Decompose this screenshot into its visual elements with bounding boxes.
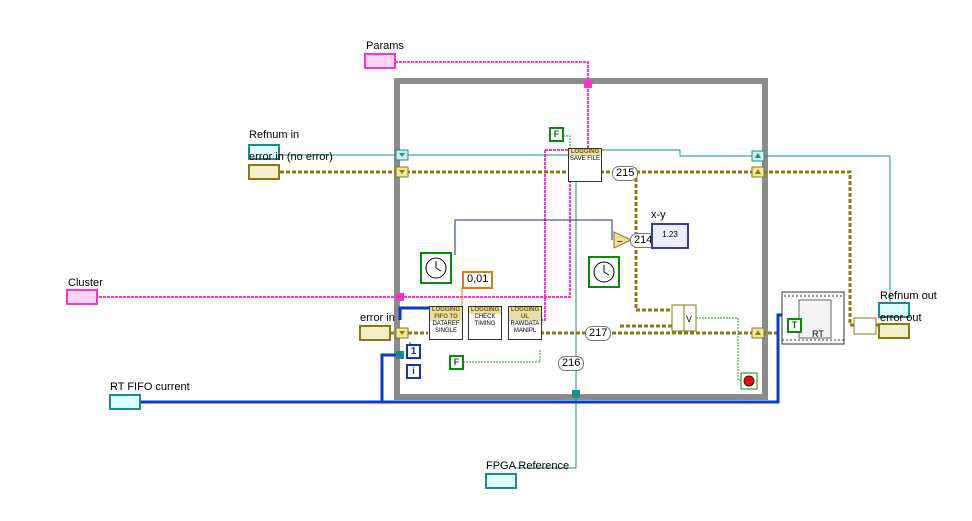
pink-wires bbox=[95, 61, 589, 321]
stop-button[interactable] bbox=[740, 372, 758, 390]
subvi-body: RAWDATA MANIPL bbox=[510, 321, 540, 334]
boolean-true[interactable]: T bbox=[787, 318, 802, 333]
rt-fifo-current-terminal[interactable] bbox=[109, 394, 141, 410]
save-file-subvi[interactable]: LOGGING SAVE FILE bbox=[568, 148, 602, 182]
block-diagram: – V bbox=[66, 53, 910, 489]
error-in-terminal[interactable] bbox=[359, 325, 391, 341]
ul-rawdata-subvi[interactable]: LOGGING UL RAWDATA MANIPL bbox=[508, 306, 542, 340]
svg-text:–: – bbox=[617, 236, 623, 247]
constant-0-01[interactable]: 0,01 bbox=[462, 271, 494, 289]
subvi-header: LOGGING bbox=[469, 307, 501, 314]
shift-register-right-error[interactable] bbox=[751, 166, 765, 178]
rt-block-label: RT bbox=[812, 329, 824, 339]
unbundle-node[interactable] bbox=[853, 317, 877, 335]
build-array-node[interactable]: V bbox=[671, 304, 697, 332]
check-timing-subvi[interactable]: LOGGING CHECK TIMING bbox=[468, 306, 502, 340]
subvi-header: LOGGING UL bbox=[509, 307, 541, 321]
shift-register-right-refnum[interactable] bbox=[751, 150, 765, 162]
boolean-false-bottom[interactable]: F bbox=[449, 355, 464, 370]
teal-tunnel-bottom bbox=[572, 390, 580, 398]
blue-tunnel-left bbox=[396, 351, 404, 359]
error-in-no-error-terminal[interactable] bbox=[248, 164, 280, 180]
constant-217[interactable]: 217 bbox=[585, 326, 612, 341]
xy-label: x-y bbox=[651, 209, 666, 221]
error-in-label: error in bbox=[360, 312, 395, 324]
xy-indicator[interactable]: 1.23 bbox=[651, 223, 689, 249]
fpga-reference-label: FPGA Reference bbox=[486, 460, 570, 472]
pink-tunnel-top bbox=[584, 80, 592, 88]
boolean-false-top[interactable]: F bbox=[549, 127, 564, 142]
subvi-header: LOGGING FIFO TO bbox=[430, 307, 462, 321]
pink-tunnel-left bbox=[396, 293, 404, 301]
subvi-body: CHECK TIMING bbox=[474, 314, 496, 327]
iteration-terminal[interactable]: i bbox=[406, 364, 421, 379]
timer-icon[interactable] bbox=[420, 252, 452, 284]
refnum-out-label: Refnum out bbox=[880, 290, 937, 302]
fpga-reference-terminal[interactable] bbox=[485, 473, 517, 489]
timer-icon[interactable] bbox=[588, 256, 620, 288]
error-out-label: error out bbox=[880, 312, 922, 324]
params-terminal[interactable] bbox=[364, 53, 396, 69]
shift-register-right-error-2[interactable] bbox=[751, 327, 765, 339]
constant-216[interactable]: 216 bbox=[558, 356, 585, 371]
params-label: Params bbox=[366, 40, 404, 52]
fifo-read-subvi[interactable]: LOGGING FIFO TO DATAREF SINGLE bbox=[429, 306, 463, 340]
while-loop-frame[interactable] bbox=[394, 78, 768, 400]
cluster-label: Cluster bbox=[68, 277, 103, 289]
error-in-no-error-label: error in (no error) bbox=[249, 151, 333, 163]
shift-register-left-error-2[interactable] bbox=[395, 327, 409, 339]
refnum-in-label: Refnum in bbox=[249, 129, 300, 141]
subtract-node[interactable]: – bbox=[613, 231, 633, 249]
subvi-header: LOGGING bbox=[569, 149, 601, 156]
svg-text:V: V bbox=[686, 314, 692, 324]
subvi-body: SAVE FILE bbox=[570, 156, 600, 162]
error-out-terminal[interactable] bbox=[878, 323, 910, 339]
shift-register-left-error[interactable] bbox=[395, 166, 409, 178]
loop-count-terminal[interactable]: 1 bbox=[406, 344, 421, 359]
subvi-body: DATAREF SINGLE bbox=[432, 321, 460, 334]
shift-register-left-refnum[interactable] bbox=[395, 149, 409, 161]
rt-fifo-current-label: RT FIFO current bbox=[110, 381, 190, 393]
cluster-terminal[interactable] bbox=[66, 289, 98, 305]
constant-215[interactable]: 215 bbox=[612, 166, 639, 181]
